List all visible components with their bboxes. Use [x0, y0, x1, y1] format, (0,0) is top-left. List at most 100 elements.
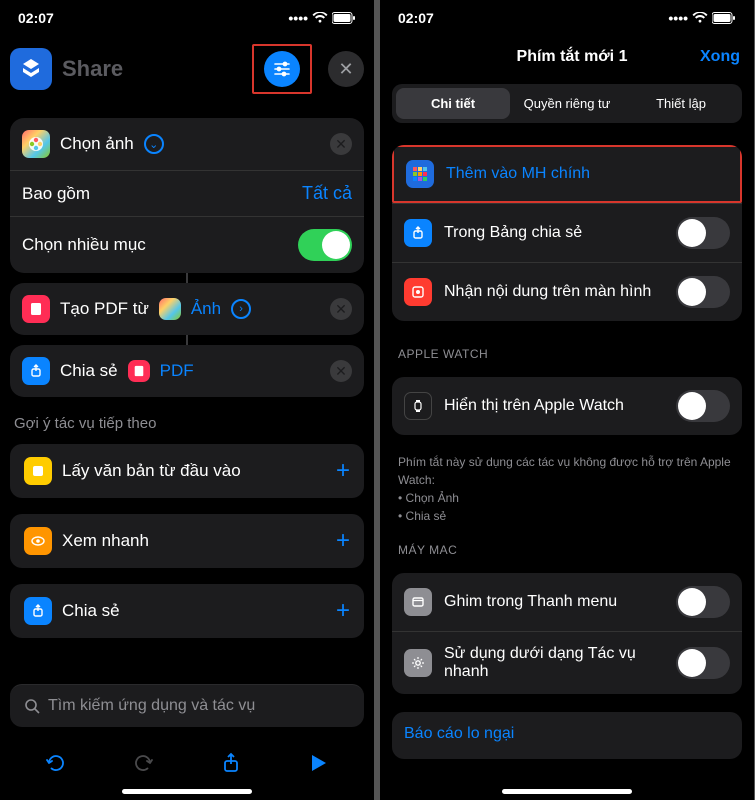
- capture-icon: [404, 278, 432, 306]
- eye-icon: [24, 527, 52, 555]
- watch-icon: [404, 392, 432, 420]
- add-icon[interactable]: +: [336, 457, 350, 485]
- segment-details[interactable]: Chi tiết: [396, 88, 510, 119]
- quickaction-toggle[interactable]: [676, 647, 730, 679]
- photos-inline-icon: [159, 298, 181, 320]
- done-button[interactable]: Xong: [700, 48, 740, 66]
- show-on-watch-row[interactable]: Hiển thị trên Apple Watch: [392, 377, 742, 435]
- header: Share ✕: [0, 36, 374, 110]
- photos-icon: [22, 130, 50, 158]
- pin-menubar-row[interactable]: Ghim trong Thanh menu: [392, 573, 742, 631]
- share-icon: [22, 357, 50, 385]
- watch-description: Phím tắt này sử dụng các tác vụ không đư…: [380, 445, 754, 527]
- battery-icon: [712, 12, 736, 24]
- suggestion-get-text[interactable]: Lấy văn bản từ đầu vào +: [10, 444, 364, 498]
- header: Phím tắt mới 1 Xong: [380, 36, 754, 84]
- menubar-toggle[interactable]: [676, 586, 730, 618]
- home-indicator: [122, 789, 252, 794]
- highlight-frame: [252, 44, 312, 94]
- include-label: Bao gồm: [22, 184, 90, 204]
- cellular-icon: ••••: [668, 10, 688, 26]
- segment-setup[interactable]: Thiết lập: [624, 88, 738, 119]
- row-label: Trong Bảng chia sẻ: [444, 224, 582, 242]
- settings-button[interactable]: [264, 51, 300, 87]
- page-title: Share: [62, 56, 242, 82]
- segment-privacy[interactable]: Quyền riêng tư: [510, 88, 624, 119]
- home-grid-icon: [406, 160, 434, 188]
- row-label: Báo cáo lo ngại: [404, 725, 514, 743]
- main-section: Thêm vào MH chính Trong Bảng chia sẻ Nhậ…: [392, 145, 742, 321]
- redo-button[interactable]: [127, 747, 159, 779]
- multi-toggle[interactable]: [298, 229, 352, 261]
- close-icon: ✕: [338, 59, 353, 80]
- add-icon[interactable]: +: [336, 527, 350, 555]
- status-icons: ••••: [668, 10, 736, 26]
- row-label: Nhận nội dung trên màn hình: [444, 283, 664, 301]
- suggestion-label: Chia sẻ: [62, 601, 120, 621]
- share-icon: [404, 219, 432, 247]
- onscreen-toggle[interactable]: [676, 276, 730, 308]
- include-value[interactable]: Tất cả: [302, 183, 352, 204]
- add-icon[interactable]: +: [336, 597, 350, 625]
- cellular-icon: ••••: [288, 10, 308, 26]
- share-sheet-toggle[interactable]: [676, 217, 730, 249]
- sliders-icon: [273, 60, 291, 78]
- multi-label: Chọn nhiều mục: [22, 235, 146, 255]
- menubar-icon: [404, 588, 432, 616]
- add-to-home-row[interactable]: Thêm vào MH chính: [392, 145, 742, 203]
- status-time: 02:07: [398, 10, 434, 26]
- action-value[interactable]: PDF: [160, 361, 194, 381]
- suggestion-label: Lấy văn bản từ đầu vào: [62, 461, 241, 481]
- mac-section: Ghim trong Thanh menu Sử dụng dưới dạng …: [392, 573, 742, 694]
- home-indicator: [502, 789, 632, 794]
- row-label: Sử dụng dưới dạng Tác vụ nhanh: [444, 645, 664, 681]
- search-placeholder: Tìm kiếm ứng dụng và tác vụ: [48, 697, 255, 715]
- clear-action-button[interactable]: ✕: [330, 298, 352, 320]
- share-icon: [24, 597, 52, 625]
- watch-toggle[interactable]: [676, 390, 730, 422]
- wifi-icon: [692, 12, 708, 24]
- action-share[interactable]: Chia sẻ PDF ✕: [10, 345, 364, 397]
- search-input[interactable]: Tìm kiếm ứng dụng và tác vụ: [10, 684, 364, 727]
- suggestion-label: Xem nhanh: [62, 531, 149, 551]
- suggestions-header: Gợi ý tác vụ tiếp theo: [0, 405, 374, 436]
- pdf-icon: [22, 295, 50, 323]
- left-screenshot: 02:07 •••• Share ✕ Chọn ảnh ⌄ ✕: [0, 0, 374, 800]
- connector-line: [186, 273, 188, 283]
- suggestion-quick-look[interactable]: Xem nhanh +: [10, 514, 364, 568]
- play-button[interactable]: [302, 747, 334, 779]
- report-concern-row[interactable]: Báo cáo lo ngại: [392, 712, 742, 759]
- action-select-photos[interactable]: Chọn ảnh ⌄ ✕ Bao gồm Tất cả Chọn nhiều m…: [10, 118, 364, 273]
- gear-icon: [404, 649, 432, 677]
- action-value[interactable]: Ảnh: [191, 299, 221, 319]
- share-sheet-row[interactable]: Trong Bảng chia sẻ: [392, 203, 742, 262]
- chevron-right-icon[interactable]: ›: [231, 299, 251, 319]
- close-button[interactable]: ✕: [328, 51, 364, 87]
- page-title: Phím tắt mới 1: [444, 48, 700, 66]
- bottom-toolbar: [0, 737, 374, 783]
- apple-watch-header: APPLE WATCH: [380, 331, 754, 367]
- chevron-down-icon[interactable]: ⌄: [144, 134, 164, 154]
- action-label: Chọn ảnh: [60, 134, 134, 154]
- search-icon: [24, 698, 40, 714]
- mac-header: MÁY MAC: [380, 527, 754, 563]
- apple-watch-section: Hiển thị trên Apple Watch: [392, 377, 742, 435]
- status-bar: 02:07 ••••: [0, 0, 374, 36]
- battery-icon: [332, 12, 356, 24]
- suggestion-share[interactable]: Chia sẻ +: [10, 584, 364, 638]
- quick-action-row[interactable]: Sử dụng dưới dạng Tác vụ nhanh: [392, 631, 742, 694]
- action-make-pdf[interactable]: Tạo PDF từ Ảnh › ✕: [10, 283, 364, 335]
- right-screenshot: 02:07 •••• Phím tắt mới 1 Xong Chi tiết …: [380, 0, 754, 800]
- status-icons: ••••: [288, 10, 356, 26]
- action-label: Tạo PDF từ: [60, 299, 149, 319]
- segmented-control[interactable]: Chi tiết Quyền riêng tư Thiết lập: [392, 84, 742, 123]
- row-label: Hiển thị trên Apple Watch: [444, 397, 624, 415]
- undo-button[interactable]: [40, 747, 72, 779]
- onscreen-content-row[interactable]: Nhận nội dung trên màn hình: [392, 262, 742, 321]
- pdf-inline-icon: [128, 360, 150, 382]
- status-bar: 02:07 ••••: [380, 0, 754, 36]
- connector-line: [186, 335, 188, 345]
- share-button[interactable]: [215, 747, 247, 779]
- clear-action-button[interactable]: ✕: [330, 360, 352, 382]
- clear-action-button[interactable]: ✕: [330, 133, 352, 155]
